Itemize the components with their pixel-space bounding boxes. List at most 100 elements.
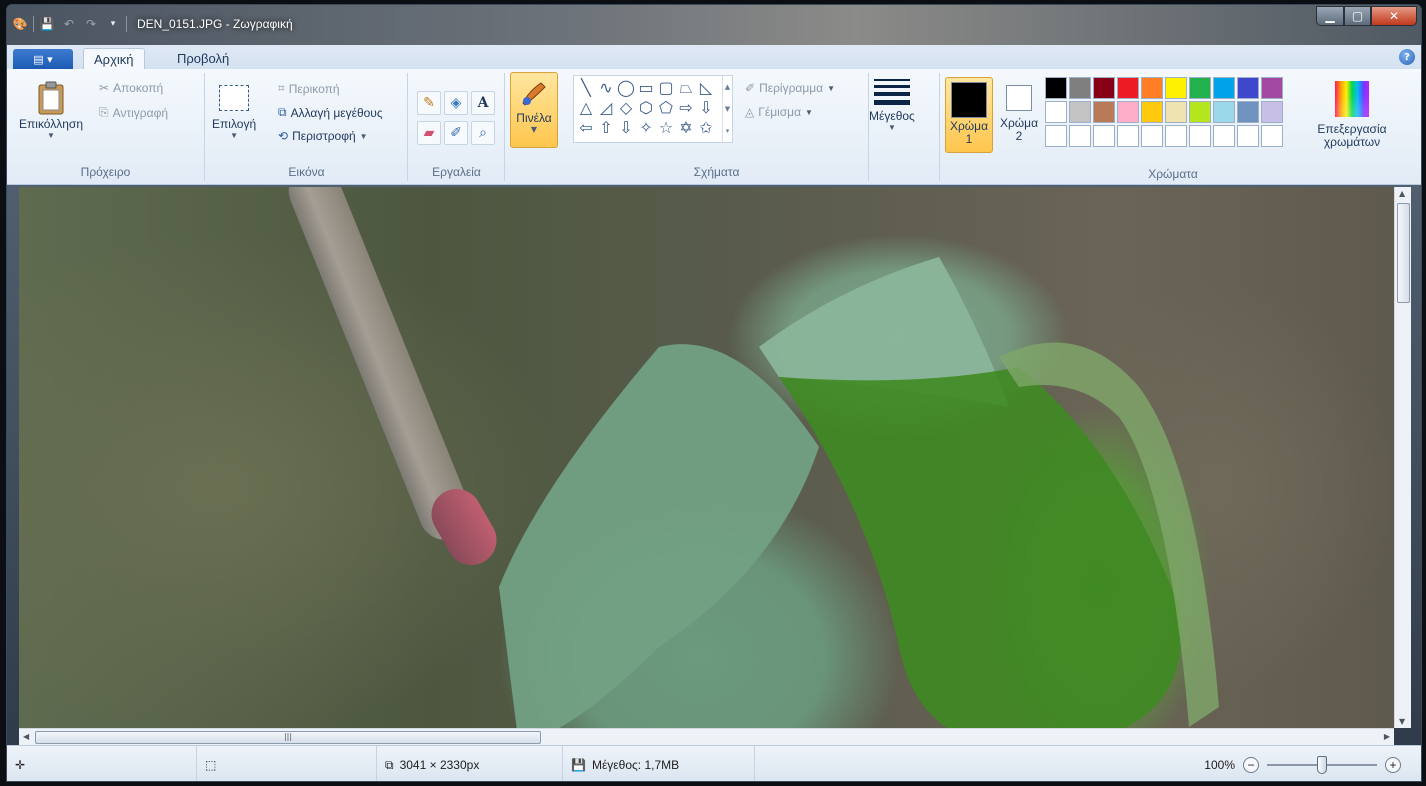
palette-swatch[interactable] bbox=[1117, 125, 1139, 147]
palette-swatch[interactable] bbox=[1213, 125, 1235, 147]
shape-option[interactable]: ⇩ bbox=[696, 98, 716, 118]
palette-swatch[interactable] bbox=[1189, 125, 1211, 147]
shape-option[interactable]: △ bbox=[576, 98, 596, 118]
palette-swatch[interactable] bbox=[1069, 101, 1091, 123]
shape-option[interactable]: ✩ bbox=[696, 118, 716, 138]
zoom-slider-thumb[interactable] bbox=[1317, 756, 1327, 774]
palette-swatch[interactable] bbox=[1261, 77, 1283, 99]
magnifier-icon[interactable]: ⌕ bbox=[471, 121, 495, 145]
shape-option[interactable]: ◯ bbox=[616, 78, 636, 98]
text-icon[interactable]: A bbox=[471, 91, 495, 115]
cut-label: Αποκοπή bbox=[113, 81, 164, 95]
color1-button[interactable]: Χρώμα 1 bbox=[945, 77, 993, 153]
crop-button[interactable]: ⌗ Περικοπή bbox=[278, 81, 340, 96]
palette-swatch[interactable] bbox=[1237, 101, 1259, 123]
palette-swatch[interactable] bbox=[1069, 125, 1091, 147]
tab-view[interactable]: Προβολή bbox=[167, 48, 239, 69]
brushes-button[interactable]: Πινέλα ▼ bbox=[510, 72, 558, 148]
horizontal-scroll-thumb[interactable]: ||| bbox=[35, 731, 541, 744]
palette-swatch[interactable] bbox=[1093, 77, 1115, 99]
zoom-in-icon[interactable]: + bbox=[1385, 757, 1401, 773]
app-menu-button[interactable]: ▤ ▾ bbox=[13, 49, 73, 69]
color-picker-icon[interactable]: ✐ bbox=[444, 121, 468, 145]
outline-button[interactable]: ✐ Περίγραμμα ▼ bbox=[745, 81, 835, 95]
vertical-scrollbar[interactable]: ▲ ▼ bbox=[1394, 187, 1411, 728]
scroll-left-icon[interactable]: ◀ bbox=[23, 732, 29, 741]
undo-icon[interactable]: ↶ bbox=[60, 15, 78, 33]
paint-app-icon[interactable]: 🎨 bbox=[11, 15, 29, 33]
drawing-canvas[interactable] bbox=[19, 187, 1394, 728]
scroll-right-icon[interactable]: ▶ bbox=[1384, 732, 1390, 741]
vertical-scroll-thumb[interactable] bbox=[1397, 203, 1410, 303]
shape-option[interactable]: ╲ bbox=[576, 78, 596, 98]
pencil-icon[interactable]: ✎ bbox=[417, 91, 441, 115]
shape-option[interactable]: ∿ bbox=[596, 78, 616, 98]
shape-option[interactable]: ◿ bbox=[596, 98, 616, 118]
palette-swatch[interactable] bbox=[1141, 101, 1163, 123]
rotate-button[interactable]: ⟲ Περιστροφή ▼ bbox=[278, 129, 368, 143]
palette-swatch[interactable] bbox=[1213, 77, 1235, 99]
fill-bucket-icon[interactable]: ◈ bbox=[444, 91, 468, 115]
shape-option[interactable]: ✡ bbox=[676, 118, 696, 138]
shape-option[interactable]: ⇦ bbox=[576, 118, 596, 138]
shape-option[interactable]: ⬠ bbox=[656, 98, 676, 118]
tab-home[interactable]: Αρχική bbox=[83, 48, 145, 69]
palette-swatch[interactable] bbox=[1141, 77, 1163, 99]
size-label: Μέγεθος bbox=[869, 109, 915, 123]
shape-option[interactable]: ⬡ bbox=[636, 98, 656, 118]
resize-button[interactable]: ⧉ Αλλαγή μεγέθους bbox=[278, 105, 383, 120]
scroll-up-icon[interactable]: ▲ bbox=[1399, 189, 1405, 198]
crop-icon: ⌗ bbox=[278, 81, 285, 95]
shape-option[interactable]: ▢ bbox=[656, 78, 676, 98]
paste-button[interactable]: Επικόλληση ▼ bbox=[19, 79, 83, 140]
palette-swatch[interactable] bbox=[1165, 125, 1187, 147]
redo-icon[interactable]: ↷ bbox=[82, 15, 100, 33]
shape-option[interactable]: ◺ bbox=[696, 78, 716, 98]
shape-option[interactable]: ◇ bbox=[616, 98, 636, 118]
palette-swatch[interactable] bbox=[1045, 125, 1067, 147]
zoom-slider[interactable] bbox=[1267, 756, 1377, 774]
shape-option[interactable]: ☆ bbox=[656, 118, 676, 138]
palette-swatch[interactable] bbox=[1165, 101, 1187, 123]
shape-option[interactable]: ⇧ bbox=[596, 118, 616, 138]
color2-button[interactable]: Χρώμα 2 bbox=[995, 77, 1043, 153]
shape-option[interactable]: ⇨ bbox=[676, 98, 696, 118]
palette-swatch[interactable] bbox=[1093, 101, 1115, 123]
save-icon[interactable]: 💾 bbox=[38, 15, 56, 33]
copy-button[interactable]: ⎘ Αντιγραφή bbox=[99, 105, 168, 120]
palette-swatch[interactable] bbox=[1189, 101, 1211, 123]
scroll-down-icon[interactable]: ▼ bbox=[1399, 717, 1405, 726]
help-icon[interactable]: ? bbox=[1399, 49, 1415, 65]
palette-swatch[interactable] bbox=[1117, 77, 1139, 99]
palette-swatch[interactable] bbox=[1261, 125, 1283, 147]
shape-option[interactable]: ⇩ bbox=[616, 118, 636, 138]
zoom-out-icon[interactable]: − bbox=[1243, 757, 1259, 773]
select-button[interactable]: Επιλογή ▼ bbox=[212, 79, 256, 140]
palette-swatch[interactable] bbox=[1189, 77, 1211, 99]
shape-option[interactable]: ▭ bbox=[636, 78, 656, 98]
palette-swatch[interactable] bbox=[1069, 77, 1091, 99]
palette-swatch[interactable] bbox=[1141, 125, 1163, 147]
shape-option[interactable]: ⏢ bbox=[676, 78, 696, 98]
customize-qat-icon[interactable]: ▾ bbox=[104, 15, 122, 33]
edit-colors-button[interactable]: Επεξεργασία χρωμάτων bbox=[1309, 77, 1395, 149]
horizontal-scrollbar[interactable]: ◀ ||| ▶ bbox=[19, 728, 1394, 745]
palette-swatch[interactable] bbox=[1045, 77, 1067, 99]
minimize-button[interactable]: ▁ bbox=[1316, 6, 1344, 26]
size-button[interactable]: Μέγεθος ▼ bbox=[869, 75, 915, 132]
palette-swatch[interactable] bbox=[1213, 101, 1235, 123]
shapes-gallery-scroll[interactable]: ▲ ▼ ▾ bbox=[722, 76, 732, 142]
palette-swatch[interactable] bbox=[1093, 125, 1115, 147]
palette-swatch[interactable] bbox=[1237, 125, 1259, 147]
fill-button[interactable]: ◬ Γέμισμα ▼ bbox=[745, 105, 813, 119]
palette-swatch[interactable] bbox=[1117, 101, 1139, 123]
palette-swatch[interactable] bbox=[1261, 101, 1283, 123]
maximize-button[interactable]: ▢ bbox=[1344, 6, 1371, 26]
cut-button[interactable]: ✂ Αποκοπή bbox=[99, 81, 163, 95]
palette-swatch[interactable] bbox=[1165, 77, 1187, 99]
palette-swatch[interactable] bbox=[1045, 101, 1067, 123]
palette-swatch[interactable] bbox=[1237, 77, 1259, 99]
eraser-icon[interactable]: ▰ bbox=[417, 121, 441, 145]
shape-option[interactable]: ✧ bbox=[636, 118, 656, 138]
close-button[interactable]: ✕ bbox=[1371, 6, 1417, 26]
